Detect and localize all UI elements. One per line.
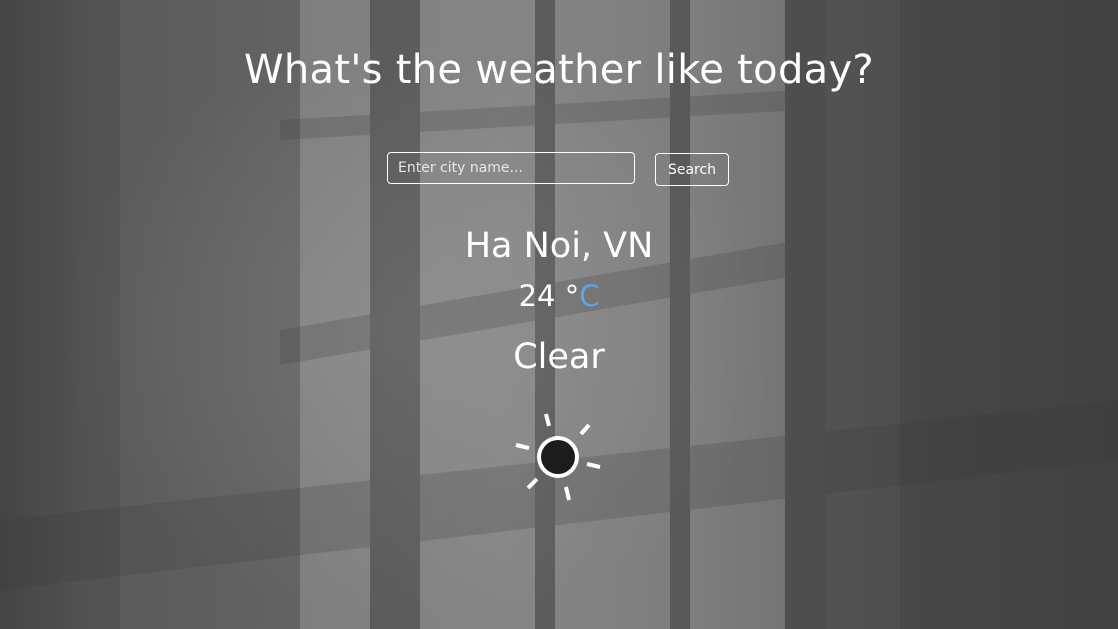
page-title: What's the weather like today? [244,47,874,93]
degree-symbol: ° [564,279,580,313]
city-search-input[interactable] [387,152,635,184]
temperature-value: 24 [518,279,556,313]
temperature-display: 24 °C [0,278,1118,314]
weather-condition: Clear [513,337,605,377]
search-button[interactable]: Search [655,153,729,186]
temperature-unit: C [579,279,600,313]
location-name: Ha Noi, VN [464,226,654,266]
sun-icon [512,410,606,504]
